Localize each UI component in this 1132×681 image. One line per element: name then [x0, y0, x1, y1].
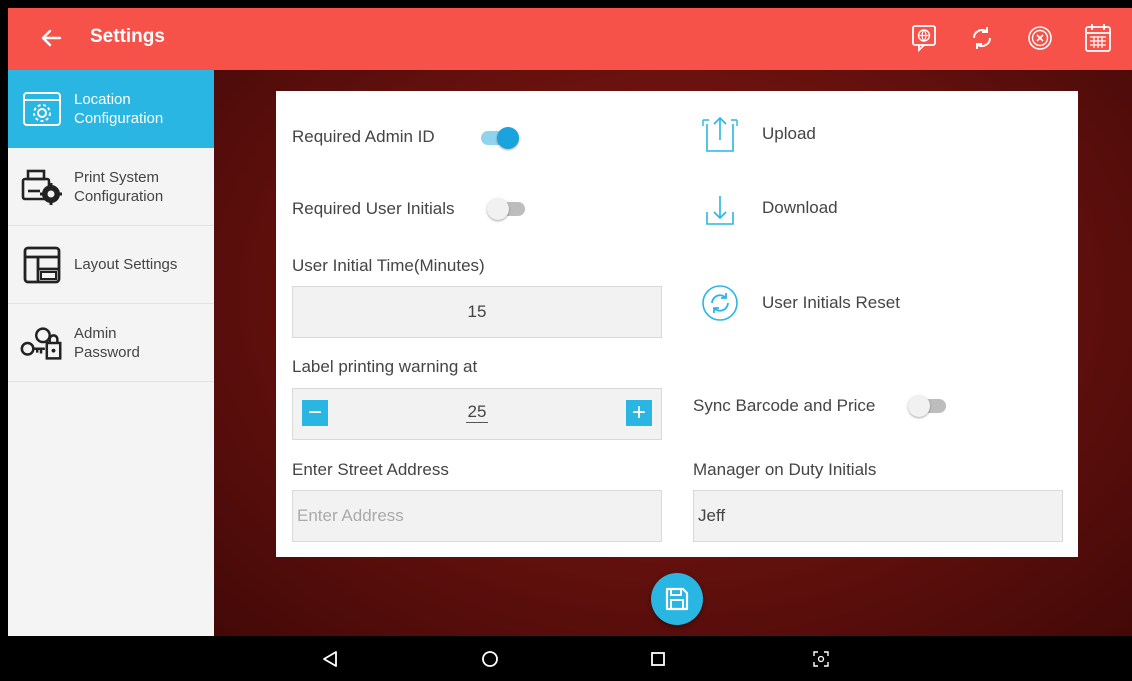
sidebar-item-admin-password[interactable]: Admin Password — [8, 304, 214, 382]
screenshot-nav-icon[interactable] — [809, 647, 833, 671]
sidebar-item-label: Layout Settings — [74, 256, 178, 273]
required-admin-id-toggle[interactable] — [481, 127, 519, 149]
user-initials-reset-label: User Initials Reset — [762, 293, 900, 312]
download-button[interactable]: Download — [700, 188, 838, 228]
download-label: Download — [762, 198, 838, 217]
upload-icon — [700, 114, 740, 154]
recents-nav-icon[interactable] — [646, 647, 670, 671]
sidebar-item-label: Admin Password — [74, 324, 140, 361]
page-title: Settings — [90, 26, 165, 47]
settings-card: Required Admin ID Required User Initials… — [276, 91, 1078, 557]
layout-icon — [18, 241, 66, 289]
required-admin-id-label: Required Admin ID — [292, 127, 435, 146]
sidebar-item-layout-settings[interactable]: Layout Settings — [8, 226, 214, 304]
sync-barcode-toggle[interactable] — [908, 395, 946, 417]
increment-button[interactable]: + — [626, 400, 652, 426]
required-user-initials-toggle[interactable] — [487, 198, 525, 220]
label-warning-value[interactable]: 25 — [465, 402, 489, 423]
sync-icon[interactable] — [966, 22, 998, 54]
print-config-icon — [18, 163, 66, 211]
street-address-label: Enter Street Address — [292, 460, 449, 479]
admin-password-icon — [18, 319, 66, 367]
back-arrow-icon[interactable] — [38, 25, 64, 51]
user-initial-time-value: 15 — [467, 302, 487, 321]
label-warning-label: Label printing warning at — [292, 357, 478, 376]
upload-label: Upload — [762, 124, 816, 143]
download-icon — [700, 188, 740, 228]
sidebar-item-print-system-configuration[interactable]: Print System Configuration — [8, 148, 214, 226]
app-bar: Settings — [8, 8, 1132, 70]
save-button[interactable] — [651, 573, 703, 625]
home-nav-icon[interactable] — [478, 647, 502, 671]
user-initials-reset-button[interactable]: User Initials Reset — [700, 283, 900, 323]
street-address-input[interactable] — [293, 491, 661, 541]
calendar-icon[interactable] — [1082, 22, 1114, 54]
location-config-icon — [18, 85, 66, 133]
reset-icon — [700, 283, 740, 323]
sidebar-item-label: Print System Configuration — [74, 168, 164, 205]
sidebar: Location Configuration Print System Conf… — [8, 70, 214, 636]
sync-barcode-label: Sync Barcode and Price — [693, 396, 876, 415]
manager-initials-field[interactable] — [693, 490, 1063, 542]
label-warning-stepper: − 25 + — [292, 388, 662, 440]
language-icon[interactable] — [908, 22, 940, 54]
required-user-initials-label: Required User Initials — [292, 199, 455, 218]
save-icon — [665, 587, 689, 611]
manager-initials-label: Manager on Duty Initials — [693, 460, 877, 479]
manager-initials-input[interactable] — [694, 491, 1062, 541]
upload-button[interactable]: Upload — [700, 114, 816, 154]
user-initial-time-label: User Initial Time(Minutes) — [292, 256, 485, 275]
street-address-field[interactable] — [292, 490, 662, 542]
system-nav-bar — [0, 636, 1132, 681]
sidebar-item-location-configuration[interactable]: Location Configuration — [8, 70, 214, 148]
user-initial-time-field[interactable]: 15 — [292, 286, 662, 338]
sidebar-item-label: Location Configuration — [74, 91, 164, 127]
back-nav-icon[interactable] — [318, 647, 342, 671]
close-circle-icon[interactable] — [1024, 22, 1056, 54]
